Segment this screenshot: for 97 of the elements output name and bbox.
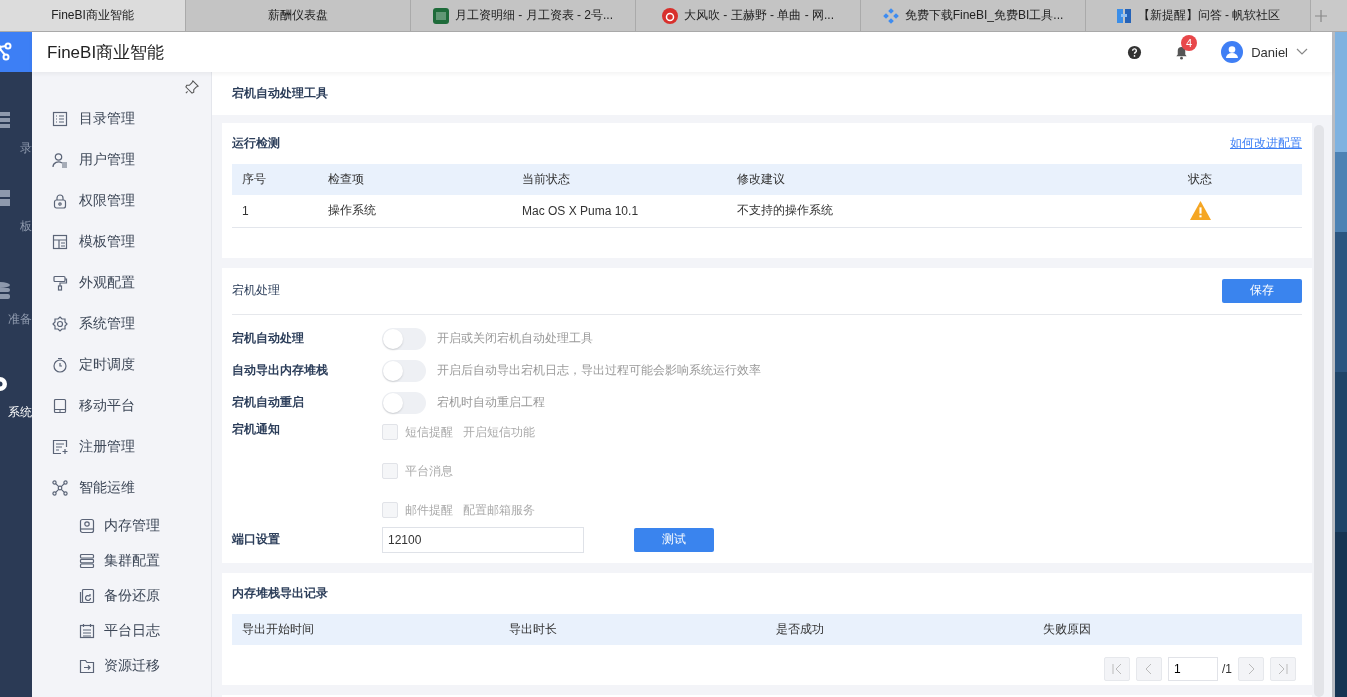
migrate-icon [79,657,95,674]
sidebar-item[interactable]: 移动平台 [32,385,211,426]
table-cell: 操作系统 [318,195,512,227]
page-field[interactable]: 1 [1168,656,1218,681]
section-title: 宕机处理 [232,282,280,299]
sidebar-item[interactable]: 权限管理 [32,180,211,221]
field-label: 宕机通知 [232,420,281,437]
network-icon [0,42,14,62]
checkbox-label: 邮件提醒 [405,501,453,519]
last-page-button[interactable] [1270,656,1296,681]
sidebar-subitem[interactable]: 平台日志 [32,613,211,648]
help-link[interactable]: 如何改进配置 [1230,135,1302,152]
field-label: 自动导出内存堆栈 [232,362,329,379]
notification-badge: 4 [1181,34,1198,51]
spreadsheet-icon [433,7,449,24]
browser-tab[interactable]: 月工资明细 - 月工资表 - 2号... [411,0,636,31]
logo-tile[interactable] [0,32,32,72]
tablet-icon [52,397,68,414]
sidebar-item[interactable]: 目录管理 [32,98,211,139]
backup-icon [79,587,95,604]
browser-tab[interactable]: 薪酬仪表盘 [186,0,411,31]
sidebar-item[interactable]: 用户管理 [32,139,211,180]
sidebar-item[interactable]: 模板管理 [32,221,211,262]
log-icon [79,622,95,639]
toggle-switch[interactable] [382,327,426,350]
hint-text: 宕机时自动重启工程 [437,394,545,411]
column-header: 导出时长 [508,620,558,638]
pin-icon[interactable] [185,80,199,94]
diamond-icon [882,7,899,24]
sidebar-subitem[interactable]: 资源迁移 [32,648,211,683]
browser-tab[interactable]: FineBI商业智能 [0,0,186,31]
help-icon[interactable] [1127,44,1143,60]
table-cell: 1 [232,195,318,227]
lock-icon [52,192,68,209]
page-title: 宕机自动处理工具 [232,85,328,102]
sidebar-item[interactable]: 注册管理 [32,426,211,467]
logo-icon [1115,7,1132,24]
template-icon [52,233,68,250]
gear-icon [52,315,68,332]
first-page-button[interactable] [1104,656,1130,681]
toggle-switch[interactable] [382,391,426,414]
rail-item[interactable]: 准备 [0,258,32,351]
timer-icon [52,356,68,373]
browser-tab[interactable]: 大风吹 - 王赫野 - 单曲 - 网... [636,0,861,31]
list-icon [52,110,68,127]
sidebar-subitem[interactable]: 集群配置 [32,543,211,578]
app-title: FineBI商业智能 [47,41,165,64]
field-label: 端口设置 [232,531,281,548]
user-menu[interactable]: Daniel [1221,41,1308,63]
sidebar-item[interactable]: 外观配置 [32,262,211,303]
hint-text: 开启后自动导出宕机日志，导出过程可能会影响系统运行效率 [437,362,761,379]
section-title: 运行检测 [232,135,280,152]
rail-item[interactable]: 录 [0,102,32,165]
page-total: /1 [1222,661,1232,676]
music-icon [662,7,678,24]
browser-tab[interactable]: 【新提醒】问答 - 帆软社区 [1086,0,1311,31]
column-header: 当前状态 [512,164,727,195]
sidebar-item[interactable]: 系统管理 [32,303,211,344]
column-header: 检查项 [318,164,512,195]
column-header: 导出开始时间 [241,620,315,638]
save-button[interactable]: 保存 [1222,278,1302,303]
memory-icon [79,517,95,534]
column-header: 修改建议 [727,164,1178,195]
last-page-icon [1277,662,1289,675]
rail-item[interactable]: 板 [0,165,32,258]
rail-item[interactable]: 系统 [0,351,32,444]
sidebar-subitem[interactable]: 备份还原 [32,578,211,613]
sidebar-subitem[interactable]: 内存管理 [32,508,211,543]
cluster-icon [79,552,95,569]
avatar-icon [1221,41,1244,63]
field-label: 宕机自动重启 [232,394,305,411]
sidebar-item[interactable]: 智能运维 [32,467,211,508]
register-icon [52,438,68,455]
hint-text: 开启或关闭宕机自动处理工具 [437,330,593,347]
browser-tab[interactable]: 免费下载FineBI_免费BI工具... [861,0,1086,31]
network-icon [52,479,68,496]
column-header: 序号 [232,164,318,195]
table-cell: 不支持的操作系统 [727,195,1178,227]
field-label: 宕机自动处理 [232,330,305,347]
port-field[interactable]: 12100 [382,526,584,553]
plus-icon[interactable] [1315,9,1327,22]
user-icon [52,151,68,168]
section-title: 内存堆栈导出记录 [232,584,328,602]
toggle-switch[interactable] [382,359,426,382]
brush-icon [52,274,68,291]
column-header: 失败原因 [1042,620,1092,638]
sidebar-item[interactable]: 定时调度 [32,344,211,385]
previous-page-button[interactable] [1136,656,1162,681]
table-cell: Mac OS X Puma 10.1 [512,195,727,227]
checkbox-label: 平台消息 [405,462,453,480]
column-header: 状态 [1178,164,1302,195]
column-header: 是否成功 [775,620,825,638]
first-page-icon [1111,662,1123,675]
checkbox-label: 短信提醒 [405,423,453,441]
test-button[interactable]: 测试 [634,527,714,552]
next-page-button[interactable] [1238,656,1264,681]
caret-icon [1296,48,1308,56]
